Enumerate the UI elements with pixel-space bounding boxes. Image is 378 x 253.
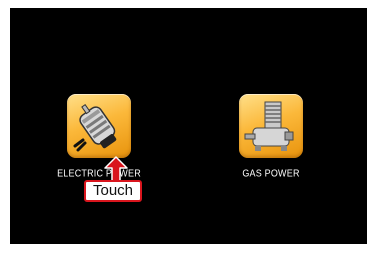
device-screen — [10, 8, 367, 244]
gas-power-label: GAS POWER — [242, 167, 300, 179]
gas-engine-icon — [244, 101, 294, 151]
electric-motor-icon — [73, 104, 117, 152]
electric-power-label: ELECTRIC POWER — [57, 167, 141, 179]
electric-power-button[interactable] — [67, 94, 131, 158]
gas-power-button[interactable] — [239, 94, 303, 158]
up-arrow-icon — [104, 156, 128, 182]
page: ELECTRIC POWER GAS POWER Touch — [0, 0, 378, 253]
touch-callout: Touch — [84, 180, 142, 202]
